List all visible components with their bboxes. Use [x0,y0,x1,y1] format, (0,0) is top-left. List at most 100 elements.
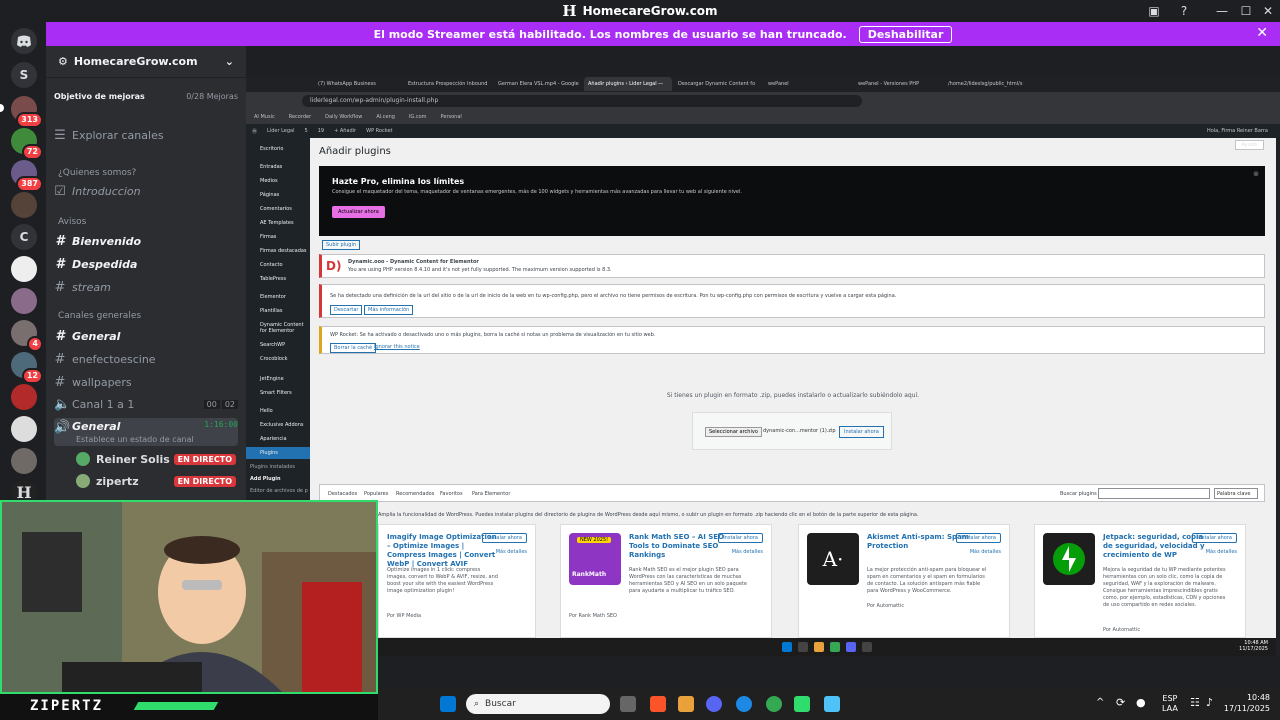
network-icon[interactable]: ☷ [1190,696,1200,709]
wp-menu-item[interactable]: JetEngine [260,376,284,382]
discord-icon[interactable] [706,696,722,712]
channel-despedida[interactable]: # Despedida [54,257,238,272]
install-button[interactable]: Instalar ahora [482,533,527,543]
plugin-author[interactable]: Por Rank Math SEO [569,613,617,619]
start-icon[interactable] [440,696,456,712]
bookmark[interactable]: Daily Workflow [325,114,362,120]
inbox-icon[interactable]: ▣ [1146,3,1162,19]
wp-menu-item[interactable]: Páginas [260,192,279,198]
taskbar-clock[interactable]: 10:48 17/11/2025 [1224,692,1270,714]
wp-menu-item[interactable]: Exclusive Addons [260,422,303,428]
task-view-icon[interactable] [620,696,636,712]
wp-submenu-item[interactable]: Plugins instalados [250,464,295,470]
wp-menu-item[interactable]: SearchWP [260,342,285,348]
server-icon[interactable] [11,256,37,282]
app-icon[interactable] [736,696,752,712]
notepad-icon[interactable] [824,696,840,712]
more-info-button[interactable]: Más información [364,305,414,315]
details-link[interactable]: Más detalles [970,549,1001,555]
wp-menu-item-active[interactable]: Plugins [260,450,278,456]
channel-enefectoescine[interactable]: # enefectoescine [54,352,238,367]
bookmark[interactable]: Personal [441,114,462,120]
category-generales[interactable]: Canales generales [58,311,141,321]
plugin-title[interactable]: Imagify Image Optimization – Optimize Im… [387,533,497,569]
chrome-icon[interactable] [766,696,782,712]
wp-menu-item[interactable]: Escritorio [260,146,283,152]
language-indicator[interactable]: ESP LAA [1162,694,1178,714]
server-icon[interactable] [11,288,37,314]
wp-logo-icon[interactable]: Ⓦ [252,128,257,135]
voice-user[interactable]: Reiner Solis EN DIRECTO [76,452,236,466]
wp-menu-item[interactable]: Comentarios [260,206,292,212]
volume-icon[interactable]: ♪ [1206,696,1213,709]
category-avisos[interactable]: Avisos [58,217,86,227]
filter-tab[interactable]: Recomendados [396,491,434,497]
server-icon[interactable]: 387 [11,160,43,192]
adminbar-item[interactable]: 19 [318,128,324,134]
browser-tab[interactable] [252,77,312,91]
disable-streamer-button[interactable]: Deshabilitar [858,25,953,43]
wp-submenu-item[interactable]: Editor de archivos de plugins [250,488,308,494]
details-link[interactable]: Más detalles [496,549,527,555]
clear-cache-button[interactable]: Borrar la caché [330,343,377,353]
choose-file-button[interactable]: Seleccionar archivo [705,427,762,437]
browser-tab[interactable]: wePanel [764,77,852,91]
wp-menu-item[interactable]: Contacto [260,262,283,268]
channel-introduccion[interactable]: ☑ Introduccion [54,184,238,199]
wp-menu-item[interactable]: TablePress [260,276,286,282]
filter-tab[interactable]: Destacados [328,491,357,497]
server-icon[interactable] [11,192,37,218]
adminbar-item[interactable]: + Añadir [334,128,356,134]
channel-general[interactable]: # General [54,329,238,344]
wp-menu-item[interactable]: Medios [260,178,278,184]
wp-menu-item[interactable]: Plantillas [260,308,282,314]
channel-bienvenido[interactable]: # Bienvenido [54,234,238,249]
brave-icon[interactable] [650,696,666,712]
discord-home-icon[interactable] [11,28,37,54]
close-banner-icon[interactable]: ✕ [1256,25,1268,41]
wp-submenu-item[interactable]: Add Plugin [250,476,281,482]
server-icon[interactable] [11,416,37,442]
dismiss-icon[interactable]: ⊗ [1253,170,1259,178]
category-quienes[interactable]: ¿Quienes somos? [58,168,136,178]
bookmark[interactable]: AI Music [254,114,275,120]
browser-tab-active[interactable]: Añadir plugins ‹ Lider Legal — [584,77,672,91]
install-button[interactable]: Instalar ahora [718,533,763,543]
upload-plugin-button[interactable]: Subir plugin [322,240,361,250]
voice-user[interactable]: zipertz EN DIRECTO [76,474,236,488]
ignore-notice-link[interactable]: Ignorar this notice [374,344,420,350]
search-type-select[interactable]: Palabra clave [1214,488,1258,499]
plugin-author[interactable]: Por WP Media [387,613,421,619]
adminbar-item[interactable]: WP Rocket [366,128,392,134]
server-icon[interactable]: C [11,224,37,250]
wp-menu-item[interactable]: Crocoblock [260,356,288,362]
install-button[interactable]: Instalar ahora [956,533,1001,543]
adminbar-greeting[interactable]: Hola, Firma Reiner Barra [1207,128,1268,134]
url-field[interactable]: liderlegal.com/wp-admin/plugin-install.p… [302,95,862,107]
browser-tab[interactable]: Descargar Dynamic Content fo [674,77,762,91]
obs-icon[interactable] [794,696,810,712]
server-icon[interactable]: S [11,62,37,88]
wp-menu-item[interactable]: AE Templates [260,220,294,226]
server-icon[interactable]: 72 [11,128,43,160]
details-link[interactable]: Más detalles [732,549,763,555]
chevron-down-icon[interactable]: ⌄ [225,55,234,68]
wp-menu-item[interactable]: Firmas destacadas [260,248,307,254]
browser-tab[interactable]: Estructura Prospección Inbound [404,77,492,91]
tray-chevron-icon[interactable]: ^ [1096,697,1104,708]
filter-tab[interactable]: Populares [364,491,388,497]
wp-menu-item[interactable]: Elementor [260,294,286,300]
wp-menu-item[interactable]: Entradas [260,164,282,170]
bookmark[interactable]: Recorder [289,114,311,120]
maximize-icon[interactable]: ☐ [1238,3,1254,19]
wp-menu-item[interactable]: Hello [260,408,273,414]
upgrade-button[interactable]: Actualizar ahora [332,206,385,218]
help-tab[interactable]: Ayuda [1234,140,1264,150]
wp-menu-item[interactable]: Firmas [260,234,276,240]
sync-icon[interactable]: ⟳ [1116,696,1125,709]
server-header[interactable]: ⚙ HomecareGrow.com ⌄ [46,46,246,78]
wp-menu-item[interactable]: Dynamic Content for Elementor [260,322,308,334]
wp-menu-item[interactable]: Apariencia [260,436,287,442]
browser-tab[interactable]: wePanel - Versiones PHP [854,77,942,91]
adminbar-item[interactable]: 5 [305,128,308,134]
